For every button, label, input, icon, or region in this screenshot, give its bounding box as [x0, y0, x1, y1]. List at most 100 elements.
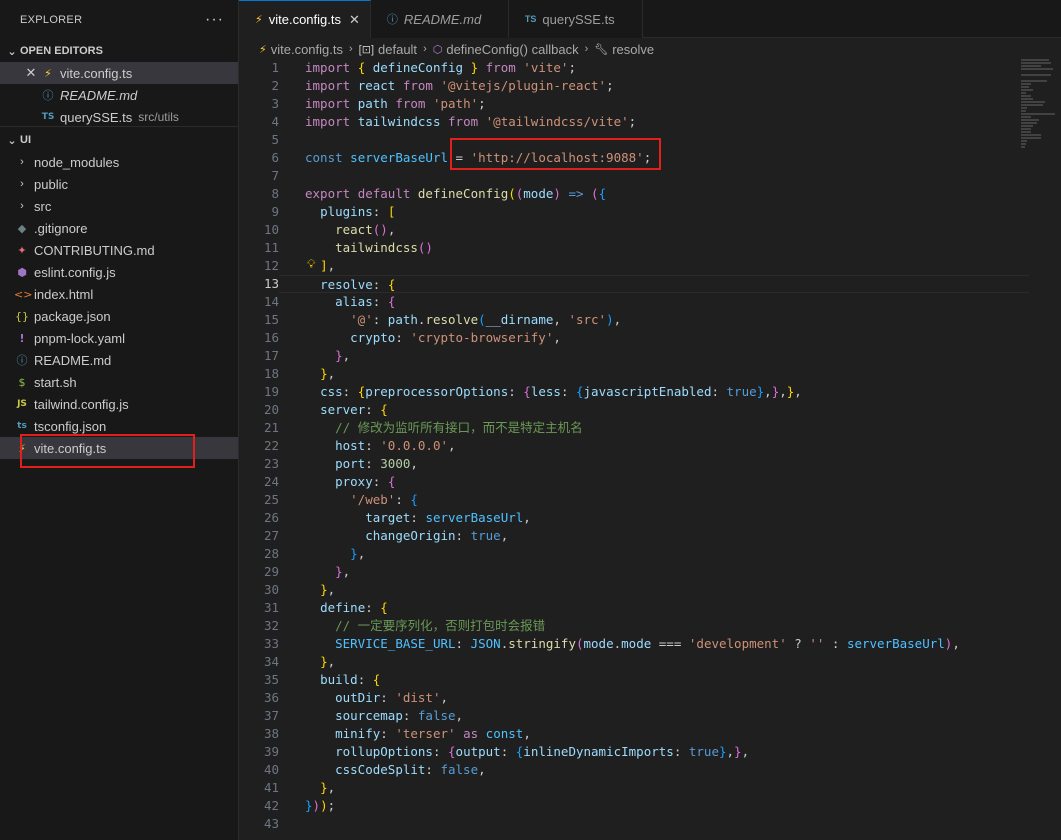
- close-icon[interactable]: ✕: [22, 65, 40, 81]
- tree-item-label: CONTRIBUTING.md: [34, 242, 155, 258]
- info-icon: ⓘ: [386, 14, 398, 26]
- code-line: 25 '/web': {: [263, 492, 418, 507]
- breadcrumb-resolve[interactable]: resolve: [612, 42, 654, 57]
- bracket-icon: [⊡]: [358, 43, 375, 56]
- tree-file-package-json[interactable]: {} package.json: [0, 305, 238, 327]
- code-line: 15 '@': path.resolve(__dirname, 'src'),: [263, 312, 622, 327]
- tree-folder-public[interactable]: › public: [0, 173, 238, 195]
- code-line: 21 // 修改为监听所有接口，而不是特定主机名: [263, 420, 583, 435]
- tree-file-start-sh[interactable]: $ start.sh: [0, 371, 238, 393]
- tree-file-pnpm-lock[interactable]: ! pnpm-lock.yaml: [0, 327, 238, 349]
- editor-area: ⚡ vite.config.ts ✕ ⓘ README.md TS queryS…: [239, 0, 1061, 840]
- breadcrumb-callback[interactable]: defineConfig() callback: [446, 42, 578, 57]
- chevron-right-icon: ›: [423, 43, 427, 55]
- tab-vite-config[interactable]: ⚡ vite.config.ts ✕: [239, 0, 371, 38]
- shell-icon: $: [18, 375, 26, 389]
- code-line: 33 SERVICE_BASE_URL: JSON.stringify(mode…: [263, 636, 960, 651]
- tree-item-label: tsconfig.json: [34, 418, 107, 434]
- code-editor[interactable]: 1 import { defineConfig } from 'vite'; 2i…: [239, 59, 1029, 833]
- ts-icon: TS: [524, 14, 537, 24]
- explorer-sidebar: EXPLORER ··· ⌄ OPEN EDITORS ✕ ⚡ vite.con…: [0, 0, 239, 840]
- open-editors-header[interactable]: ⌄ OPEN EDITORS: [0, 40, 238, 62]
- tab-readme[interactable]: ⓘ README.md: [370, 0, 509, 38]
- code-line: 17 },: [263, 348, 351, 363]
- tree-item-label: README.md: [34, 352, 112, 368]
- tree-item-label: node_modules: [34, 154, 120, 170]
- tree-item-label: src: [34, 198, 52, 214]
- vite-icon: ⚡: [44, 66, 52, 80]
- tree-item-label: vite.config.ts: [34, 440, 107, 456]
- breadcrumb-file[interactable]: vite.config.ts: [271, 42, 343, 57]
- code-line: 1 import { defineConfig } from 'vite';: [271, 60, 576, 75]
- tsconfig-icon: ts: [17, 421, 27, 431]
- code-line: 28 },: [263, 546, 366, 561]
- code-line: 3 import path from 'path';: [271, 96, 486, 111]
- tree-file-contributing[interactable]: ✦ CONTRIBUTING.md: [0, 239, 238, 261]
- code-line: 24 proxy: {: [263, 474, 396, 489]
- chevron-right-icon: ›: [584, 43, 589, 55]
- open-editor-label: vite.config.ts: [60, 65, 133, 81]
- wrench-icon: 🔧︎: [594, 43, 609, 56]
- open-editor-vite-config[interactable]: ✕ ⚡ vite.config.ts: [0, 62, 238, 84]
- tree-file-vite-config[interactable]: ⚡ vite.config.ts: [0, 437, 238, 459]
- code-line: 34 },: [263, 654, 336, 669]
- code-line: 22 host: '0.0.0.0',: [263, 438, 456, 453]
- breadcrumb-default[interactable]: default: [378, 42, 417, 57]
- breadcrumb: ⚡ vite.config.ts › [⊡] default › ⬡ defin…: [239, 38, 1061, 60]
- code-line: 36 outDir: 'dist',: [263, 690, 449, 705]
- code-line: 41 },: [263, 780, 336, 795]
- tree-folder-src[interactable]: › src: [0, 195, 238, 217]
- chevron-right-icon: ›: [20, 200, 24, 212]
- json-icon: {}: [15, 309, 29, 323]
- code-line: 9 plugins: [: [271, 204, 396, 219]
- info-icon: ⓘ: [16, 354, 28, 367]
- chevron-down-icon: ⌄: [7, 134, 17, 147]
- tab-querysse[interactable]: TS querySSE.ts: [508, 0, 643, 38]
- close-icon[interactable]: ✕: [349, 12, 360, 28]
- tree-file-tailwind-config[interactable]: JS tailwind.config.js: [0, 393, 238, 415]
- tab-label: querySSE.ts: [542, 11, 615, 27]
- tree-file-tsconfig[interactable]: ts tsconfig.json: [0, 415, 238, 437]
- cube-icon: ⬡: [432, 43, 443, 56]
- code-line: 11 tailwindcss(): [263, 240, 433, 255]
- tab-bar: ⚡ vite.config.ts ✕ ⓘ README.md TS queryS…: [239, 0, 1061, 38]
- tree-file-gitignore[interactable]: ◆ .gitignore: [0, 217, 238, 239]
- folder-header[interactable]: ⌄ UI: [0, 129, 238, 151]
- explorer-header: EXPLORER ···: [0, 0, 238, 40]
- section-divider: [0, 126, 239, 127]
- tree-file-readme[interactable]: ⓘ README.md: [0, 349, 238, 371]
- code-line: 30 },: [263, 582, 336, 597]
- js-icon: JS: [17, 399, 27, 409]
- tab-label: vite.config.ts: [268, 12, 341, 27]
- open-editor-readme[interactable]: ⓘ README.md: [0, 84, 238, 106]
- more-actions-icon[interactable]: ···: [205, 11, 224, 29]
- code-line: 10 react(),: [263, 222, 396, 237]
- code-line: 7: [271, 168, 279, 183]
- code-line: 16 crypto: 'crypto-browserify',: [263, 330, 561, 345]
- tree-file-eslint[interactable]: ⬢ eslint.config.js: [0, 261, 238, 283]
- code-line: 31 define: {: [263, 600, 388, 615]
- tree-item-label: public: [34, 176, 68, 192]
- code-line: 23 port: 3000,: [263, 456, 418, 471]
- code-line: 4 import tailwindcss from '@tailwindcss/v…: [271, 114, 637, 129]
- open-editors-title: OPEN EDITORS: [20, 45, 103, 57]
- code-line: 26 target: serverBaseUrl,: [263, 510, 531, 525]
- code-line: 14 alias: {: [263, 294, 396, 309]
- lightbulb-icon[interactable]: 💡︎: [307, 257, 315, 272]
- code-line: 2 import react from '@vitejs/plugin-react…: [271, 78, 614, 93]
- code-line: 20 server: {: [263, 402, 388, 417]
- code-line: 43: [263, 816, 279, 831]
- explorer-title: EXPLORER: [20, 14, 83, 26]
- tree-item-label: pnpm-lock.yaml: [34, 330, 126, 346]
- code-line: 12 ],: [263, 258, 336, 273]
- code-line: 32 // 一定要序列化，否则打包时会报错: [263, 618, 546, 633]
- tree-folder-node-modules[interactable]: › node_modules: [0, 151, 238, 173]
- info-icon: ⓘ: [42, 89, 54, 102]
- tree-item-label: tailwind.config.js: [34, 396, 129, 412]
- tree-item-label: eslint.config.js: [34, 264, 116, 280]
- tree-item-label: .gitignore: [34, 220, 88, 236]
- minimap[interactable]: [1021, 59, 1061, 159]
- chevron-right-icon: ›: [20, 178, 24, 190]
- tree-file-index-html[interactable]: <> index.html: [0, 283, 238, 305]
- open-editor-querysse[interactable]: TS querySSE.ts src/utils: [0, 106, 238, 128]
